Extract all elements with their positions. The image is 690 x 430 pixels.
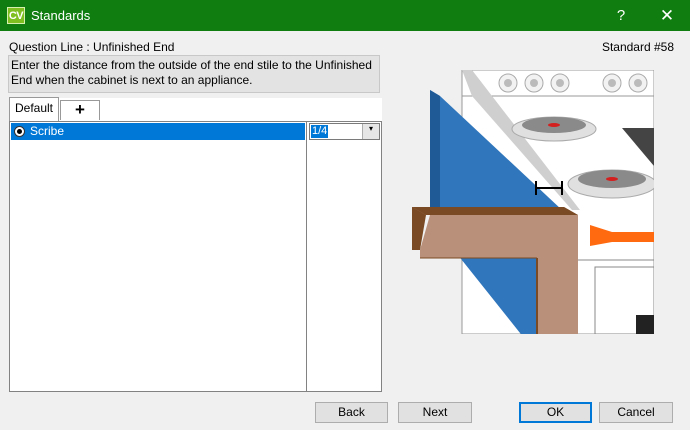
oven-window bbox=[636, 315, 654, 334]
ok-button[interactable]: OK bbox=[519, 402, 592, 423]
help-button[interactable]: ? bbox=[598, 0, 644, 31]
option-label: Scribe bbox=[30, 124, 65, 138]
burner-bottom bbox=[567, 169, 654, 199]
appliance-illustration bbox=[412, 70, 654, 334]
question-line-label: Question Line : Unfinished End bbox=[9, 40, 175, 54]
burner-top bbox=[511, 116, 597, 142]
add-tab-button[interactable]: + bbox=[60, 100, 100, 120]
combo-value-text[interactable]: 1/4 bbox=[311, 125, 329, 138]
chevron-down-icon[interactable]: ▾ bbox=[362, 124, 379, 139]
tab-strip: Default + bbox=[9, 97, 382, 121]
options-list: Scribe 1/4 ▾ bbox=[9, 121, 382, 392]
close-button[interactable]: ✕ bbox=[644, 0, 690, 31]
question-description: Enter the distance from the outside of t… bbox=[8, 55, 380, 93]
window-title: Standards bbox=[31, 8, 91, 23]
value-combobox[interactable]: 1/4 ▾ bbox=[309, 123, 380, 140]
tab-default[interactable]: Default bbox=[9, 97, 59, 121]
standard-number-label: Standard #58 bbox=[601, 40, 674, 54]
title-bar: CV Standards ? ✕ bbox=[0, 0, 690, 31]
back-button[interactable]: Back bbox=[315, 402, 388, 423]
next-button[interactable]: Next bbox=[398, 402, 472, 423]
cancel-button[interactable]: Cancel bbox=[599, 402, 673, 423]
app-logo-icon: CV bbox=[7, 7, 25, 24]
radio-selected-icon[interactable] bbox=[14, 126, 25, 137]
column-divider bbox=[306, 122, 307, 391]
list-item[interactable]: Scribe bbox=[11, 123, 305, 140]
